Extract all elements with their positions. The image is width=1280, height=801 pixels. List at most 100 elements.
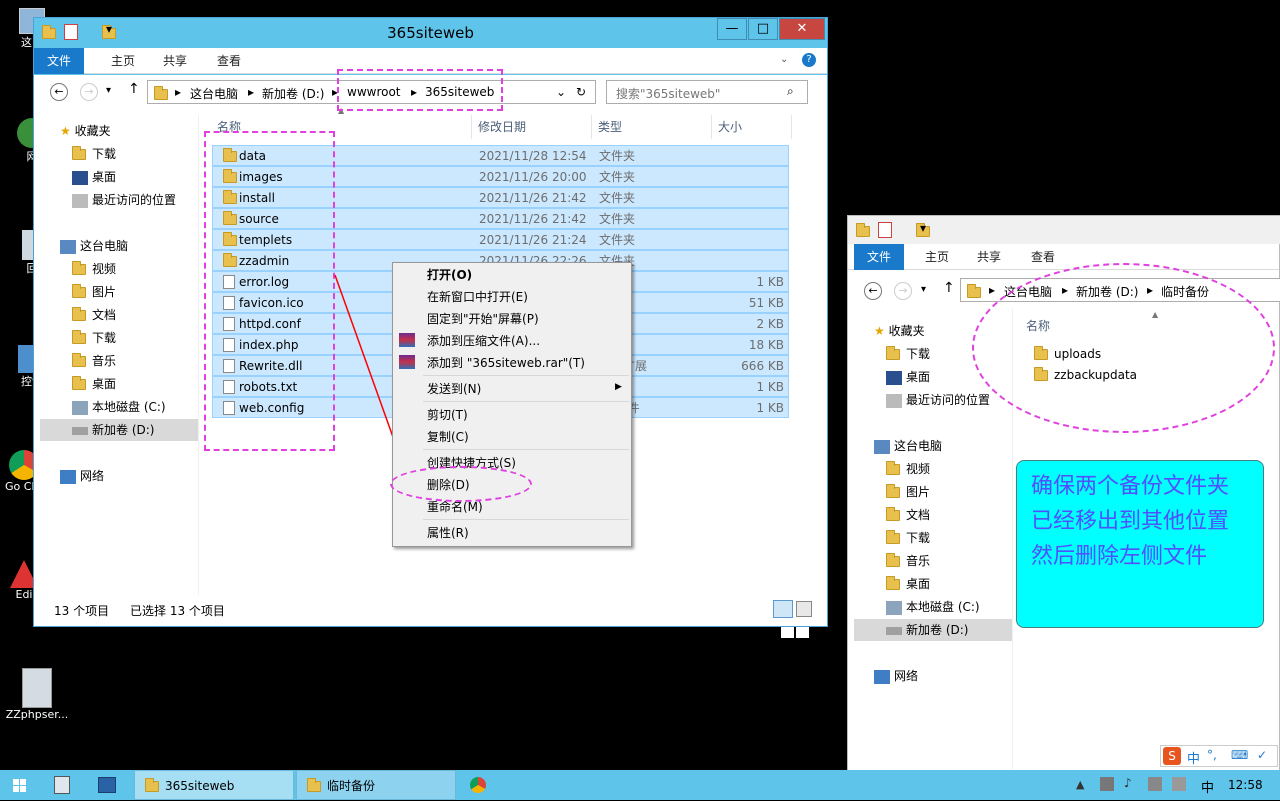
- action-center-icon[interactable]: [1172, 777, 1186, 791]
- menu-item-open-new-window[interactable]: 在新窗口中打开(E): [427, 286, 528, 308]
- forward-arrow-icon[interactable]: →: [894, 282, 912, 300]
- nav-drive-c[interactable]: 本地磁盘 (C:): [72, 397, 166, 417]
- ime-toolbar[interactable]: S 中 °, ⌨ ✓: [1160, 745, 1278, 767]
- up-arrow-icon[interactable]: ↑: [943, 280, 955, 296]
- tab-view[interactable]: 查看: [204, 48, 254, 74]
- nav-favorites[interactable]: ★ 收藏夹: [874, 321, 925, 341]
- menu-item-add-archive[interactable]: 添加到压缩文件(A)...: [427, 330, 540, 352]
- nav-this-pc[interactable]: 这台电脑: [60, 236, 128, 256]
- breadcrumb-separator[interactable]: ▸: [248, 85, 254, 99]
- tray-expand-icon[interactable]: ▲: [1076, 778, 1084, 791]
- nav-music[interactable]: 音乐: [72, 351, 116, 371]
- nav-videos[interactable]: 视频: [72, 259, 116, 279]
- tab-share[interactable]: 共享: [964, 244, 1014, 270]
- context-menu[interactable]: 打开(O) 在新窗口中打开(E) 固定到"开始"屏幕(P) 添加到压缩文件(A)…: [392, 262, 632, 547]
- maximize-button[interactable]: □: [748, 18, 778, 40]
- powershell-icon[interactable]: [90, 770, 126, 800]
- tab-home[interactable]: 主页: [98, 48, 148, 74]
- tab-home[interactable]: 主页: [912, 244, 962, 270]
- address-dropdown-icon[interactable]: ⌄: [556, 85, 566, 99]
- chrome-taskbar-icon[interactable]: [466, 770, 490, 800]
- ime-indicator[interactable]: 中: [1201, 777, 1214, 796]
- nav-desktop[interactable]: 桌面: [72, 167, 116, 187]
- nav-documents[interactable]: 文档: [886, 505, 930, 525]
- properties-icon[interactable]: [878, 222, 892, 238]
- recent-locations-icon[interactable]: ▾: [106, 85, 111, 96]
- search-box[interactable]: 搜索"365siteweb" ⌕: [606, 80, 808, 104]
- title-bar[interactable]: ▾: [848, 216, 1280, 244]
- search-placeholder: 搜索"365siteweb": [616, 87, 721, 101]
- tab-file[interactable]: 文件: [34, 48, 85, 74]
- nav-network[interactable]: 网络: [874, 666, 918, 686]
- menu-item-copy[interactable]: 复制(C): [427, 426, 469, 448]
- nav-downloads[interactable]: 下载: [886, 344, 930, 364]
- column-header-size[interactable]: 大小: [712, 115, 792, 139]
- start-button[interactable]: [0, 770, 40, 800]
- menu-item-cut[interactable]: 剪切(T): [427, 404, 468, 426]
- nav-this-pc[interactable]: 这台电脑: [874, 436, 942, 456]
- tab-file[interactable]: 文件: [854, 244, 905, 270]
- row-date: 2021/11/28 12:54: [479, 149, 587, 163]
- nav-videos[interactable]: 视频: [886, 459, 930, 479]
- column-header-date[interactable]: 修改日期: [472, 115, 592, 139]
- recent-locations-icon[interactable]: ▾: [921, 284, 926, 295]
- menu-item-add-rar[interactable]: 添加到 "365siteweb.rar"(T): [427, 352, 585, 374]
- breadcrumb-drive-d[interactable]: 新加卷 (D:): [262, 85, 324, 102]
- help-icon[interactable]: ?: [802, 53, 816, 67]
- expand-ribbon-icon[interactable]: ⌄: [780, 54, 788, 65]
- forward-arrow-icon[interactable]: →: [80, 83, 98, 101]
- nav-pictures[interactable]: 图片: [886, 482, 930, 502]
- menu-item-properties[interactable]: 属性(R): [427, 522, 469, 544]
- nav-downloads[interactable]: 下载: [72, 144, 116, 164]
- sogou-icon[interactable]: S: [1163, 747, 1181, 765]
- taskbar-item-365siteweb[interactable]: 365siteweb: [134, 770, 294, 800]
- nav-downloads-pc[interactable]: 下载: [886, 528, 930, 548]
- close-button[interactable]: ✕: [779, 18, 825, 40]
- taskbar-item-backup[interactable]: 临时备份: [296, 770, 456, 800]
- settings-icon[interactable]: ✓: [1257, 748, 1267, 762]
- nav-drive-d[interactable]: 新加卷 (D:): [886, 620, 968, 640]
- menu-item-pin-start[interactable]: 固定到"开始"屏幕(P): [427, 308, 539, 330]
- tab-share[interactable]: 共享: [150, 48, 200, 74]
- desktop-icon-zzphpserver[interactable]: ZZphpser...: [2, 668, 72, 721]
- nav-recent[interactable]: 最近访问的位置: [72, 190, 176, 210]
- breadcrumb-separator[interactable]: ▸: [175, 85, 181, 99]
- menu-item-open[interactable]: 打开(O): [427, 264, 472, 286]
- nav-music[interactable]: 音乐: [886, 551, 930, 571]
- nav-desktop-pc[interactable]: 桌面: [72, 374, 116, 394]
- tray-app-icon[interactable]: [1100, 777, 1114, 791]
- back-arrow-icon[interactable]: ←: [864, 282, 882, 300]
- server-manager-icon[interactable]: [46, 770, 82, 800]
- nav-favorites[interactable]: ★ 收藏夹: [60, 121, 111, 141]
- network-tray-icon[interactable]: [1148, 777, 1162, 791]
- nav-documents[interactable]: 文档: [72, 305, 116, 325]
- large-icons-view-icon[interactable]: [796, 601, 812, 617]
- back-arrow-icon[interactable]: ←: [50, 83, 68, 101]
- clock[interactable]: 12:58: [1228, 778, 1263, 792]
- qat-dropdown-icon[interactable]: ▾: [920, 221, 926, 235]
- volume-icon[interactable]: ♪: [1124, 776, 1132, 790]
- up-arrow-icon[interactable]: ↑: [128, 81, 140, 97]
- search-icon[interactable]: ⌕: [787, 84, 794, 99]
- nav-drive-d[interactable]: 新加卷 (D:): [72, 420, 154, 440]
- details-view-icon[interactable]: [773, 600, 793, 618]
- refresh-icon[interactable]: ↻: [576, 85, 586, 99]
- status-bar: 13 个项目 已选择 13 个项目: [34, 595, 827, 626]
- nav-downloads-pc[interactable]: 下载: [72, 328, 116, 348]
- breadcrumb-this-pc[interactable]: 这台电脑: [190, 85, 238, 102]
- nav-network[interactable]: 网络: [60, 466, 104, 486]
- column-header-type[interactable]: 类型: [592, 115, 712, 139]
- menu-item-send-to[interactable]: 发送到(N): [427, 378, 481, 400]
- keyboard-icon[interactable]: ⌨: [1231, 748, 1248, 762]
- ime-mode-label[interactable]: 中: [1187, 748, 1200, 767]
- tab-view[interactable]: 查看: [1018, 244, 1068, 270]
- nav-drive-c[interactable]: 本地磁盘 (C:): [886, 597, 980, 617]
- title-bar[interactable]: ▾ 365siteweb — □ ✕: [34, 18, 827, 48]
- nav-pictures[interactable]: 图片: [72, 282, 116, 302]
- nav-recent[interactable]: 最近访问的位置: [886, 390, 990, 410]
- minimize-button[interactable]: —: [717, 18, 747, 40]
- nav-desktop-pc[interactable]: 桌面: [886, 574, 930, 594]
- breadcrumb-separator[interactable]: ▸: [989, 283, 995, 297]
- punctuation-icon[interactable]: °,: [1207, 748, 1217, 762]
- nav-desktop[interactable]: 桌面: [886, 367, 930, 387]
